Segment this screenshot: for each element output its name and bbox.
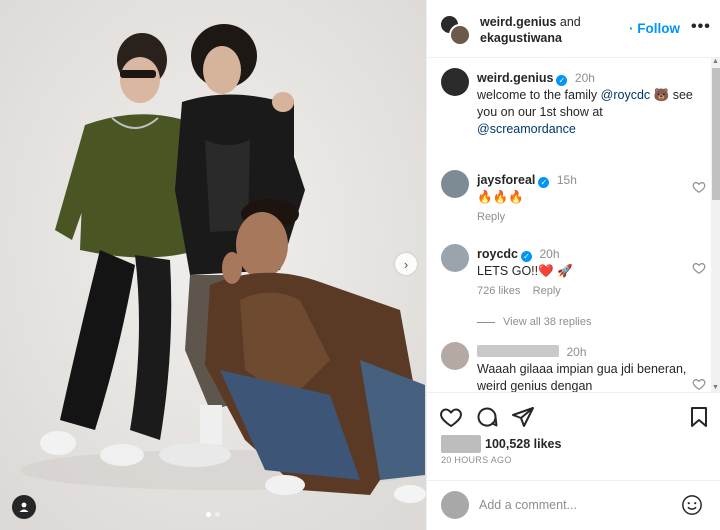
collab-usernames: weird.genius and ekagustiwana	[480, 14, 630, 46]
follow-button[interactable]: · Follow	[629, 21, 680, 36]
comment-text: roycdc ✓ 20h LETS GO!!❤️ 🚀	[477, 246, 697, 280]
reply-button[interactable]: Reply	[477, 211, 505, 223]
avatar[interactable]	[441, 244, 469, 272]
comment-item: roycdc ✓ 20h LETS GO!!❤️ 🚀 726 likes Repl…	[441, 244, 711, 354]
carousel-dot	[206, 512, 211, 517]
heart-icon[interactable]	[692, 180, 706, 194]
username-link[interactable]: jaysforeal	[477, 173, 535, 187]
collab-avatars[interactable]	[439, 14, 471, 46]
verified-icon: ✓	[521, 251, 532, 262]
divider	[477, 321, 495, 323]
user-tag-button[interactable]	[12, 495, 36, 519]
heart-icon[interactable]	[692, 377, 706, 391]
post-side-panel: weird.genius and ekagustiwana · Follow •…	[426, 0, 720, 530]
comment-input[interactable]	[479, 493, 669, 517]
timestamp: 20h	[574, 71, 595, 85]
mention-link[interactable]: @screamordance	[477, 122, 576, 136]
reply-button[interactable]: Reply	[533, 285, 561, 297]
chevron-right-icon: ›	[403, 256, 409, 272]
timestamp: 15h	[556, 173, 577, 187]
heart-icon[interactable]	[439, 405, 463, 429]
verified-icon: ✓	[556, 75, 568, 86]
scroll-down-icon[interactable]: ▼	[712, 384, 719, 391]
band-photo-illustration	[0, 0, 426, 530]
username-link[interactable]: roycdc	[477, 247, 518, 261]
carousel-dot	[215, 512, 220, 517]
timestamp: 20h	[539, 247, 560, 261]
avatar	[441, 491, 469, 519]
comment-text: 20h Waaah gilaaa impian gua jdi beneran,…	[477, 344, 697, 392]
post-timestamp[interactable]: 20 HOURS AGO	[441, 455, 512, 465]
user-tag-icon	[19, 502, 29, 512]
post-photo[interactable]: ›	[0, 0, 426, 530]
scrollbar-thumb[interactable]	[712, 68, 720, 200]
likes-summary[interactable]: 100,528 likes	[441, 435, 561, 453]
caption-body: welcome to the family	[477, 88, 598, 102]
avatar	[449, 24, 471, 46]
username-link[interactable]: weird.genius	[477, 71, 553, 85]
scroll-up-icon[interactable]: ▲	[712, 58, 719, 65]
comment-item: 20h Waaah gilaaa impian gua jdi beneran,…	[441, 342, 711, 392]
likes-count: 100,528 likes	[485, 437, 562, 451]
paper-plane-icon[interactable]	[511, 405, 535, 429]
post-header: weird.genius and ekagustiwana · Follow •…	[427, 0, 720, 58]
comment-body: Waaah gilaaa impian gua jdi beneran, wei…	[477, 362, 687, 392]
follow-label: Follow	[637, 21, 680, 36]
comment-meta: 726 likes Reply	[477, 285, 561, 297]
mention-link[interactable]: @roycdc	[601, 88, 651, 102]
view-replies-button[interactable]: View all 38 replies	[477, 316, 591, 328]
comment-icon[interactable]	[475, 405, 499, 429]
comments-list[interactable]: weird.genius ✓ 20h welcome to the family …	[427, 58, 711, 392]
heart-icon[interactable]	[692, 261, 706, 275]
blurred-username	[477, 345, 559, 357]
smiley-icon[interactable]	[681, 494, 703, 516]
liker-avatars	[441, 435, 481, 453]
add-comment-bar	[427, 480, 720, 530]
username-link[interactable]: ekagustiwana	[480, 31, 562, 45]
comment-text: jaysforeal ✓ 15h 🔥🔥🔥	[477, 172, 697, 206]
caption-text: weird.genius ✓ 20h welcome to the family …	[477, 70, 697, 138]
comment-body: LETS GO!!❤️ 🚀	[477, 264, 573, 278]
next-photo-button[interactable]: ›	[395, 253, 417, 275]
verified-icon: ✓	[538, 177, 550, 188]
avatar[interactable]	[441, 68, 469, 96]
caption: weird.genius ✓ 20h welcome to the family …	[441, 68, 711, 138]
bookmark-icon[interactable]	[687, 405, 711, 429]
comment-likes[interactable]: 726 likes	[477, 285, 520, 297]
comments-scrollbar[interactable]: ▲ ▼	[711, 58, 720, 392]
more-options-button[interactable]: •••	[691, 18, 711, 36]
joiner-text: and	[559, 15, 581, 29]
view-replies-label: View all 38 replies	[503, 316, 592, 328]
comment-body: 🔥🔥🔥	[477, 190, 524, 204]
timestamp: 20h	[566, 345, 587, 359]
carousel-dots	[206, 512, 220, 517]
comment-item: jaysforeal ✓ 15h 🔥🔥🔥 Reply	[441, 170, 711, 230]
avatar[interactable]	[441, 342, 469, 370]
post-actions: 100,528 likes 20 HOURS AGO	[427, 392, 720, 472]
avatar[interactable]	[441, 170, 469, 198]
username-link[interactable]: weird.genius	[480, 15, 556, 29]
